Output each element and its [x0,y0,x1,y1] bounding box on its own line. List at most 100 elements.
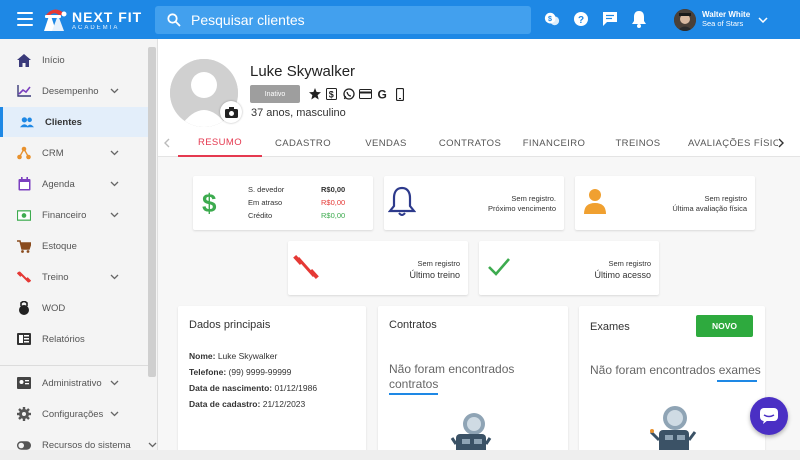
tab-resumo[interactable]: RESUMO [178,129,262,157]
sidebar-item-treino[interactable]: Treino [0,262,148,292]
svg-text:$: $ [548,15,552,23]
help-icon[interactable]: ? [573,10,589,28]
dollar-icon: $ [202,188,217,216]
credito-label: Crédito [248,211,273,220]
tab-financeiro[interactable]: FINANCEIRO [512,129,596,157]
sidebar-item-estoque[interactable]: Estoque [0,231,148,261]
sidebar-item-relatorios[interactable]: Relatórios [0,324,148,354]
svg-text:?: ? [578,15,584,26]
next-due-status: Sem registro. [511,194,556,203]
kettlebell-icon [17,301,31,315]
last-workout-status: Sem registro [417,259,460,268]
bell-icon[interactable] [631,10,647,28]
tab-treinos[interactable]: TREINOS [596,129,680,157]
dollar-tag-icon[interactable]: $ [325,87,338,101]
top-bar: NEXT FIT ACADEMIA $ ? Walter White Sea o… [0,0,800,39]
credit-card-icon[interactable] [359,87,372,101]
tab-vendas[interactable]: VENDAS [344,129,428,157]
client-age-gender: 37 anos, masculino [251,107,346,119]
client-header: Luke Skywalker Inativo $ G 37 anos, masc… [158,39,800,157]
logo-subtitle: ACADEMIA [72,24,120,31]
novo-exame-button[interactable]: NOVO [696,315,753,337]
cadastro-value: 21/12/2023 [262,399,306,409]
logo-title: NEXT FIT [72,8,143,25]
sidebar-item-crm[interactable]: CRM [0,138,148,168]
contratos-empty-line1: Não foram encontrados [389,362,515,376]
report-icon [17,332,31,346]
phone-icon[interactable] [393,87,406,101]
users-icon [20,115,34,129]
sidebar-item-label: Recursos do sistema [42,439,131,451]
last-access-card: Sem registro Último acesso [479,241,659,295]
user-menu[interactable]: Walter White Sea of Stars [674,9,768,31]
message-icon[interactable] [602,10,618,28]
last-assessment-card: Sem registro Última avaliação física [575,176,755,230]
sidebar-item-label: Agenda [42,178,75,190]
sidebar-item-inicio[interactable]: Início [0,45,148,75]
sidebar-item-administrativo[interactable]: Administrativo [0,368,148,398]
whatsapp-icon[interactable] [342,87,355,101]
google-icon[interactable]: G [376,87,389,101]
menu-icon[interactable] [17,12,33,26]
sidebar-item-financeiro[interactable]: Financeiro [0,200,148,230]
em-atraso-value: R$0,00 [321,198,346,207]
calendar-icon [17,177,31,191]
last-access-label: Último acesso [594,270,651,281]
nascimento-label: Data de nascimento: [189,383,273,393]
tab-contratos[interactable]: CONTRATOS [428,129,512,157]
sidebar-item-desempenho[interactable]: Desempenho [0,76,148,106]
sidebar-item-label: Relatórios [42,333,85,345]
sidebar-scrollbar[interactable] [148,47,156,377]
status-badge[interactable]: Inativo [250,85,300,103]
tab-avaliacoes-fisica[interactable]: AVALIAÇÕES FÍSICA [680,129,778,157]
sidebar-item-recursos[interactable]: Recursos do sistema [0,430,157,460]
admin-icon [17,376,31,390]
svg-text:G: G [377,88,386,100]
cadastro-label: Data de cadastro: [189,399,261,409]
exames-underline [717,380,757,382]
sidebar-item-label: Treino [42,271,69,283]
next-due-label: Próximo vencimento [488,204,556,214]
robot-icon [649,406,697,450]
contratos-empty-line2: contratos [389,377,439,391]
contratos-underline [389,393,438,395]
person-icon [584,189,606,214]
next-due-card: Sem registro. Próximo vencimento [384,176,564,230]
chevron-down-icon [110,181,119,187]
star-icon[interactable] [308,87,321,101]
logo[interactable]: NEXT FIT ACADEMIA [40,7,142,33]
last-assessment-status: Sem registro [704,194,747,203]
sidebar-item-label: Administrativo [42,377,102,389]
avatar [674,9,696,31]
chevron-down-icon [148,442,157,448]
last-workout-card: Sem registro Último treino [288,241,468,295]
camera-icon[interactable] [220,101,242,123]
dumbbell-icon [293,254,319,280]
sidebar-item-agenda[interactable]: Agenda [0,169,148,199]
credito-value: R$0,00 [321,211,346,220]
sidebar-item-label: WOD [42,302,66,314]
contratos-title: Contratos [389,319,437,331]
sidebar-item-label: Desempenho [42,85,99,97]
sidebar-item-clientes[interactable]: Clientes [0,107,148,137]
last-access-status: Sem registro [608,259,651,268]
search-box[interactable] [155,6,531,34]
chevron-down-icon [110,212,119,218]
search-input[interactable] [191,12,511,28]
exames-card: Exames NOVO Não foram encontrados exames [579,306,765,450]
dados-principais-card: Dados principais Nome: Luke Skywalker Te… [178,306,366,450]
financial-summary-card: $ S. devedor R$0,00 Em atraso R$0,00 Cré… [193,176,373,230]
sidebar-item-wod[interactable]: WOD [0,293,148,323]
chat-button[interactable] [750,397,788,435]
home-icon [17,53,31,67]
tab-cadastro[interactable]: CADASTRO [262,129,344,157]
chart-line-icon [17,84,31,98]
chevron-left-icon[interactable] [162,135,172,151]
contratos-card: Contratos Não foram encontrados contrato… [378,306,568,450]
chevron-down-icon [110,150,119,156]
em-atraso-label: Em atraso [248,198,283,207]
sidebar-divider [0,365,148,366]
chevron-right-icon[interactable] [776,135,786,151]
finance-chat-icon[interactable]: $ [544,10,560,28]
sidebar-item-configuracoes[interactable]: Configurações [0,399,148,429]
